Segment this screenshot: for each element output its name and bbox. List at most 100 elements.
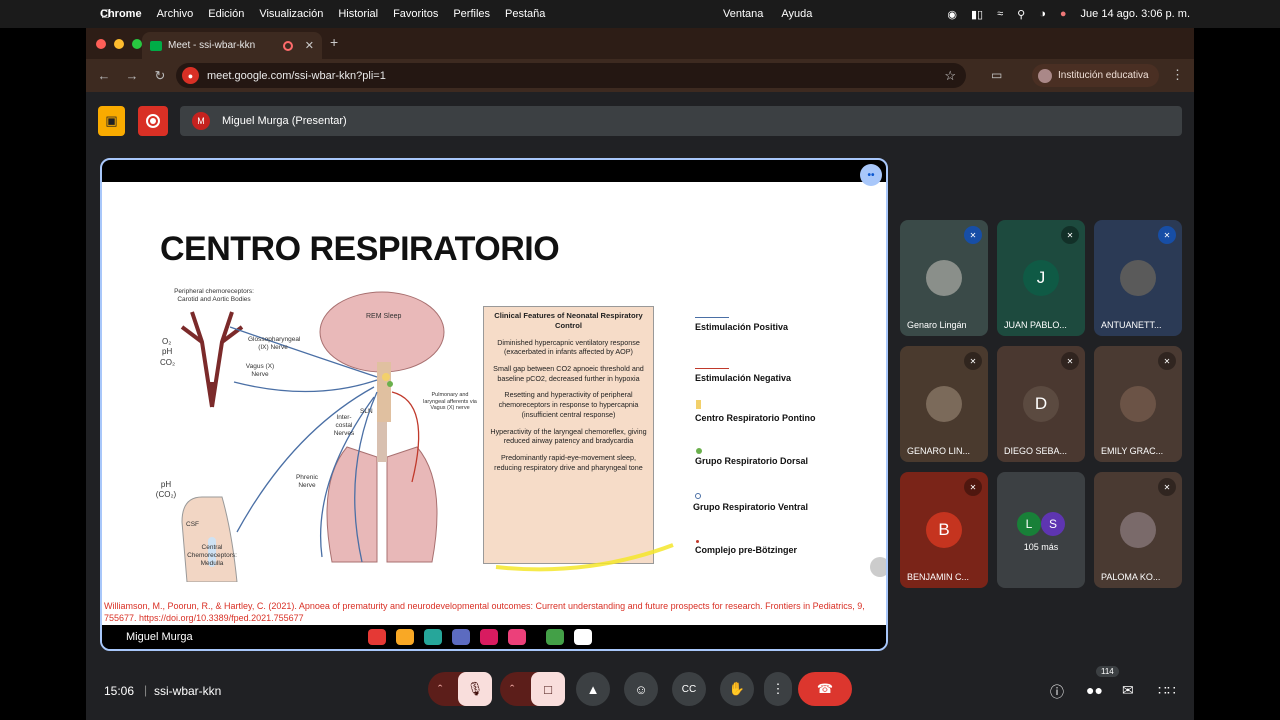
participant-tile[interactable]: ✕ ANTUANETT... xyxy=(1094,220,1182,336)
label-ph: pH xyxy=(162,347,173,356)
dock-app-calendar-icon[interactable] xyxy=(424,629,442,645)
more-participants-tile[interactable]: L S 105 más xyxy=(997,472,1085,588)
participant-tile[interactable]: ✕ EMILY GRAC... xyxy=(1094,346,1182,462)
chat-icon[interactable]: ✉ xyxy=(1122,682,1134,699)
dock-app-camera-icon[interactable] xyxy=(508,629,526,645)
url-text: meet.google.com/ssi-wbar-kkn?pli=1 xyxy=(207,69,386,82)
menubar-clock[interactable]: Jue 14 ago. 3:06 p. m. xyxy=(1081,8,1190,20)
participant-name: EMILY GRAC... xyxy=(1101,446,1164,456)
zoom-window-button[interactable] xyxy=(132,38,142,49)
record-status-icon[interactable]: ◉ xyxy=(947,8,957,21)
dock-app-folder-icon[interactable] xyxy=(396,629,414,645)
new-tab-icon[interactable]: + xyxy=(330,34,338,50)
label-ph-co2: pH (CO₂) xyxy=(155,480,177,499)
meeting-code: ssi-wbar-kkn xyxy=(154,684,222,698)
dock-app-gmail-icon[interactable] xyxy=(574,629,592,645)
control-center-icon[interactable]: ◑ xyxy=(1039,8,1046,20)
participant-avatar: B xyxy=(926,512,962,548)
participant-name: GENARO LIN... xyxy=(907,446,971,456)
raise-hand-button[interactable]: ✋ xyxy=(720,672,754,706)
people-icon[interactable]: ●● xyxy=(1086,682,1103,698)
present-screen-button[interactable]: ▲ xyxy=(576,672,610,706)
recording-button[interactable] xyxy=(138,106,168,136)
slide-title: CENTRO RESPIRATORIO xyxy=(160,230,560,268)
participant-tile[interactable]: ✕ D DIEGO SEBA... xyxy=(997,346,1085,462)
dock-app-chrome-icon[interactable] xyxy=(546,629,564,645)
mic-in-use-icon[interactable]: ● xyxy=(182,67,199,84)
reload-icon[interactable]: ↻ xyxy=(146,68,174,84)
menu-visualizacion[interactable]: Visualización xyxy=(259,8,323,20)
menu-ayuda[interactable]: Ayuda xyxy=(781,8,812,20)
mic-off-icon: ✕ xyxy=(1061,352,1079,370)
dock-app-flashcards-icon[interactable] xyxy=(368,629,386,645)
window-controls xyxy=(86,38,142,49)
battery-icon[interactable]: ▮▯ xyxy=(971,8,983,21)
browser-tab-meet[interactable]: Meet - ssi-wbar-kkn ✕ xyxy=(142,32,322,59)
participant-avatar: D xyxy=(1023,386,1059,422)
close-window-button[interactable] xyxy=(96,38,106,49)
pin-icon[interactable]: ▲ xyxy=(102,632,104,643)
forward-icon[interactable]: → xyxy=(118,68,146,83)
recording-indicator-icon xyxy=(282,40,293,51)
camera-toggle-button[interactable]: □ xyxy=(531,672,565,706)
legend-swatch-ventral xyxy=(695,493,701,499)
participant-tile[interactable]: ✕ B BENJAMIN C... xyxy=(900,472,988,588)
participant-tile[interactable]: ✕ J JUAN PABLO... xyxy=(997,220,1085,336)
brain-shape xyxy=(319,291,445,373)
menu-archivo[interactable]: Archivo xyxy=(157,8,194,20)
presentation-stage[interactable]: CENTRO RESPIRATORIO Peripheral chemorece… xyxy=(100,158,888,651)
clinical-item: Predominantly rapid-eye-movement sleep, … xyxy=(494,452,643,472)
participant-tile[interactable]: ✕ GENARO LIN... xyxy=(900,346,988,462)
back-icon[interactable]: ← xyxy=(90,68,118,83)
wifi-icon[interactable]: ≈ xyxy=(997,8,1003,20)
participant-tile[interactable]: ✕ Genaro Lingán xyxy=(900,220,988,336)
legend-ventral: Grupo Respiratorio Ventral xyxy=(693,502,809,512)
menu-pestana[interactable]: Pestaña xyxy=(505,8,545,20)
siri-icon[interactable]: ● xyxy=(1060,8,1067,20)
apple-icon[interactable]:  xyxy=(101,7,110,21)
dock-app-flower-icon[interactable] xyxy=(480,629,498,645)
profile-button[interactable]: Institución educativa xyxy=(1032,64,1159,87)
participant-avatar xyxy=(1120,512,1156,548)
stop-presenting-icon[interactable]: ▣ xyxy=(98,106,125,136)
yellow-highlight-stroke xyxy=(495,543,674,572)
url-field[interactable]: ● meet.google.com/ssi-wbar-kkn?pli=1 ☆ xyxy=(176,63,966,88)
participant-avatar xyxy=(926,260,962,296)
menu-historial[interactable]: Historial xyxy=(338,8,378,20)
reactions-button[interactable]: ☺ xyxy=(624,672,658,706)
dock-app-mail-icon[interactable] xyxy=(452,629,470,645)
activities-icon[interactable]: ∷∷ xyxy=(1158,682,1176,699)
menu-ventana[interactable]: Ventana xyxy=(723,8,763,20)
label-peripheral: Peripheral chemoreceptors: Carotid and A… xyxy=(174,288,254,303)
presenter-dock xyxy=(368,629,592,645)
bookmark-star-icon[interactable]: ☆ xyxy=(944,68,956,84)
stage-footer: ▲ Miguel Murga xyxy=(102,625,886,649)
meeting-info-icon[interactable]: ⓘ xyxy=(1050,682,1064,702)
menu-perfiles[interactable]: Perfiles xyxy=(453,8,490,20)
more-options-button[interactable]: ⋮ xyxy=(764,672,792,706)
leave-call-button[interactable]: ☎ xyxy=(798,672,852,706)
legend-line-positive xyxy=(695,317,729,318)
menu-favoritos[interactable]: Favoritos xyxy=(393,8,438,20)
menu-edicion[interactable]: Edición xyxy=(208,8,244,20)
mic-off-icon: ✕ xyxy=(964,352,982,370)
minimize-window-button[interactable] xyxy=(114,38,124,49)
close-tab-icon[interactable]: ✕ xyxy=(305,39,314,52)
participant-tile[interactable]: ✕ PALOMA KO... xyxy=(1094,472,1182,588)
mic-off-icon: ✕ xyxy=(1158,478,1176,496)
cast-icon[interactable]: ▭ xyxy=(991,68,1002,82)
speaking-indicator-icon: •• xyxy=(860,164,882,186)
annotation-pen-icon[interactable] xyxy=(870,557,886,577)
chrome-menu-icon[interactable]: ⋮ xyxy=(1171,67,1184,83)
mic-toggle-button[interactable]: 🎙 xyxy=(458,672,492,706)
more-count-label: 105 más xyxy=(1023,542,1059,552)
slide: CENTRO RESPIRATORIO Peripheral chemorece… xyxy=(102,182,886,627)
participants-count-badge: 114 xyxy=(1096,666,1119,677)
spotlight-icon[interactable]: ⚲ xyxy=(1017,8,1025,21)
presenter-bar[interactable]: M Miguel Murga (Presentar) xyxy=(180,106,1182,136)
captions-button[interactable]: CC xyxy=(672,672,706,706)
stage-presenter-name: Miguel Murga xyxy=(126,631,193,643)
left-lung xyxy=(326,446,378,563)
participant-name: BENJAMIN C... xyxy=(907,572,970,582)
meet-controls: 15:06 | ssi-wbar-kkn ˆ 🎙 ˆ □ ▲ ☺ CC ✋ ⋮ … xyxy=(86,664,1194,720)
